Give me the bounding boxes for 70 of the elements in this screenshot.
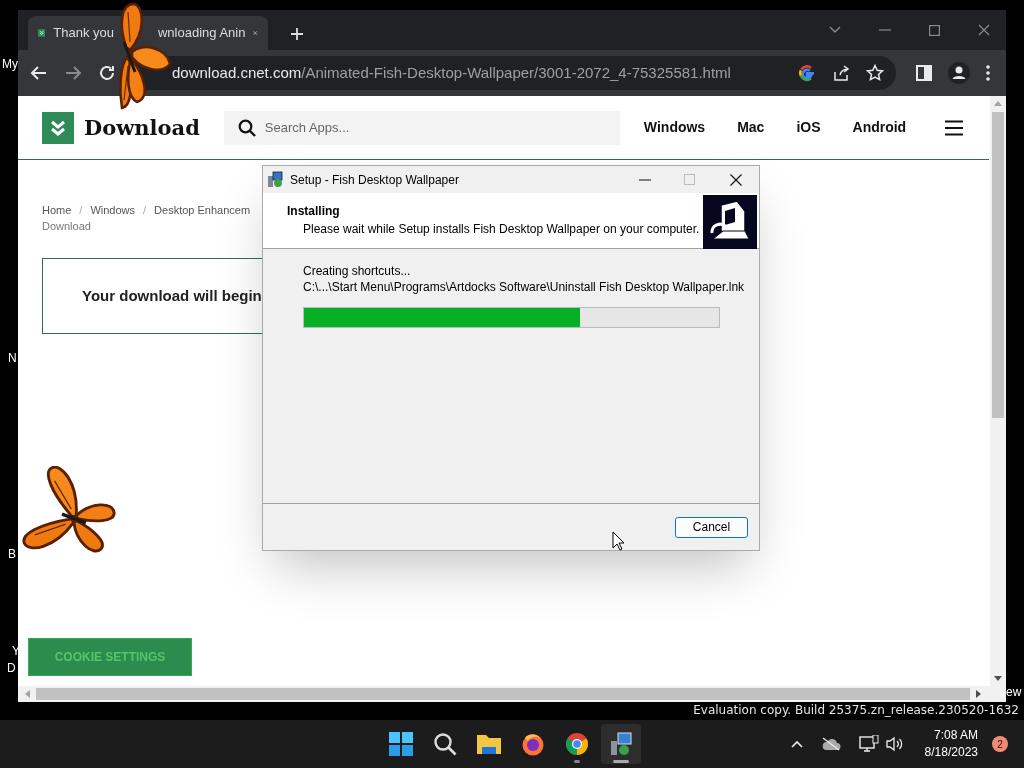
maximize-icon[interactable]	[929, 24, 940, 36]
nav-link[interactable]: Windows	[643, 117, 706, 138]
close-icon[interactable]	[730, 173, 742, 186]
running-indicator	[613, 760, 629, 763]
horizontal-scrollbar[interactable]	[18, 686, 1006, 702]
share-icon[interactable]	[832, 64, 850, 82]
search-field[interactable]: Search Apps...	[223, 110, 620, 145]
scrollbar-thumb[interactable]	[992, 112, 1004, 418]
chevron-up-icon[interactable]	[790, 740, 803, 748]
reload-icon[interactable]	[98, 64, 116, 82]
vertical-scrollbar[interactable]	[990, 96, 1006, 686]
search-icon	[433, 732, 457, 756]
forward-icon[interactable]	[64, 64, 82, 82]
nav-link[interactable]: Android	[852, 117, 907, 138]
status-text: Creating shortcuts...	[303, 263, 411, 279]
chrome-icon	[565, 732, 589, 756]
running-indicator	[574, 760, 580, 763]
network-icon[interactable]	[858, 735, 879, 753]
firefox-icon	[521, 732, 545, 756]
clock[interactable]: 7:08 AM 8/18/2023	[924, 727, 978, 761]
breadcrumb-link[interactable]: Windows	[90, 202, 136, 218]
breadcrumb-current: Download	[42, 219, 91, 234]
breadcrumb-link[interactable]: Home	[42, 202, 72, 218]
minimize-icon[interactable]	[639, 178, 651, 181]
dialog-heading: Installing	[287, 203, 340, 220]
profile-icon[interactable]	[948, 62, 970, 84]
desktop-icon-label[interactable]: B	[8, 548, 16, 560]
url-text: download.cnet.com/Animated-Fish-Desktop-Wallpaper/3001-2072_4-75325581.html	[172, 62, 731, 83]
taskbar-button[interactable]	[601, 724, 641, 764]
star-icon[interactable]	[866, 64, 884, 82]
cursor-icon	[612, 531, 625, 551]
evaluation-notice: Evaluation copy. Build 25375.zn_release.230520-1632	[693, 702, 1019, 719]
file-path-text: C:\...\Start Menu\Programs\Artdocks Software\Uninstall Fish Desktop Wallpaper.lnk	[303, 279, 745, 295]
installer-icon	[609, 732, 633, 756]
scroll-down-icon[interactable]	[994, 676, 1002, 682]
dialog-subheading: Please wait while Setup installs Fish Desktop Wallpaper on your computer.	[303, 221, 700, 238]
breadcrumb-separator: /	[79, 203, 83, 218]
more-icon[interactable]	[986, 65, 990, 81]
nav-link[interactable]: Mac	[737, 117, 765, 138]
breadcrumb-link[interactable]: Desktop Enhancem	[154, 202, 251, 218]
desktop-icon-label[interactable]: D	[7, 662, 16, 674]
breadcrumb-separator: /	[143, 203, 147, 218]
menu-icon[interactable]	[945, 119, 963, 136]
volume-icon[interactable]	[884, 736, 903, 752]
scroll-right-icon[interactable]	[976, 690, 982, 698]
cancel-button[interactable]: Cancel	[675, 516, 748, 538]
cloud-off-icon[interactable]	[820, 737, 841, 751]
folder-icon	[476, 732, 502, 756]
windows-logo-icon	[389, 732, 413, 756]
desktop-icon-label[interactable]: N	[8, 352, 17, 364]
dialog-title: Setup - Fish Desktop Wallpaper	[290, 171, 459, 189]
nav-link[interactable]: iOS	[796, 117, 821, 138]
desktop-icon-label[interactable]: ew	[1006, 686, 1022, 698]
notification-badge[interactable]: 2	[992, 736, 1008, 752]
search-icon	[237, 118, 256, 137]
side-panel-icon[interactable]	[916, 65, 932, 81]
back-icon[interactable]	[30, 64, 48, 82]
maximize-icon	[684, 174, 695, 185]
chevron-down-icon[interactable]	[829, 26, 841, 34]
logo-icon[interactable]	[42, 111, 74, 144]
desktop-icon-label[interactable]: My	[2, 58, 18, 70]
logo-text[interactable]: Download	[84, 111, 200, 144]
setup-icon	[267, 171, 284, 188]
download-message: Your download will begin	[82, 285, 262, 306]
scrollbar-thumb[interactable]	[36, 688, 970, 700]
tab-title: wnloading Anin	[158, 24, 246, 43]
new-tab-icon[interactable]	[290, 27, 304, 41]
browser-tab[interactable]: Thank you wnloading Anin	[28, 16, 268, 50]
tab-title: Thank you	[53, 24, 114, 43]
google-icon[interactable]	[798, 64, 816, 82]
